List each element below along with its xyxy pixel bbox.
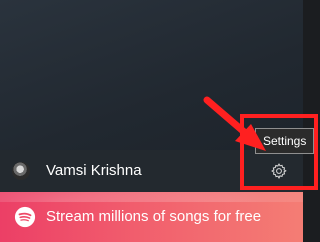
promo-banner[interactable]: Stream millions of songs for free	[0, 192, 303, 242]
avatar[interactable]	[12, 162, 30, 180]
spotify-logo-icon	[14, 206, 36, 228]
user-name[interactable]: Vamsi Krishna	[46, 162, 142, 180]
annotation-highlight-box	[240, 114, 318, 190]
promo-text[interactable]: Stream millions of songs for free	[46, 208, 261, 226]
